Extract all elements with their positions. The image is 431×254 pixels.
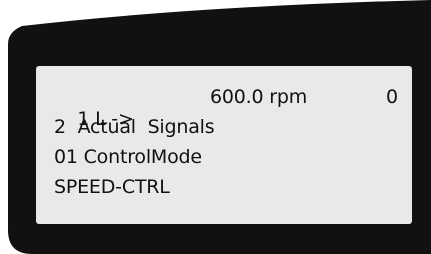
status-code-readout: 0 <box>386 86 398 108</box>
parameter-name-row: 01 ControlMode <box>54 146 202 168</box>
speed-reference-readout: 600.0 rpm <box>210 86 308 108</box>
lcd-display: 1 L -> 600.0 rpm 0 2 Actual Signals 01 C… <box>36 66 412 224</box>
parameter-value-row: SPEED-CTRL <box>54 176 170 198</box>
parameter-group-row: 2 Actual Signals <box>54 116 215 138</box>
